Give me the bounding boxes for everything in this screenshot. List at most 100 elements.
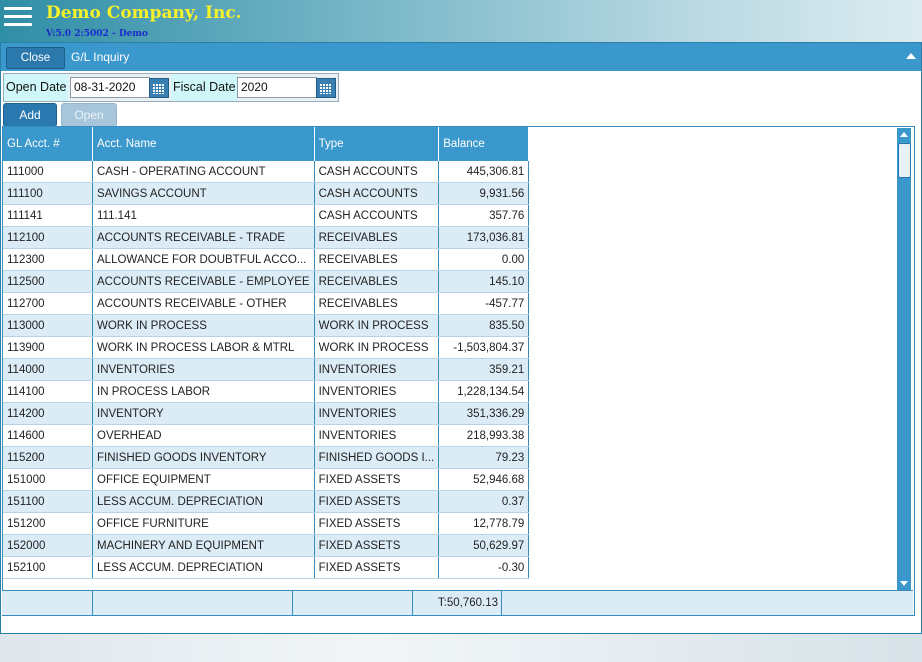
acct-name-cell: WORK IN PROCESS LABOR & MTRL (92, 336, 315, 359)
column-header-type[interactable]: Type (314, 127, 440, 161)
scroll-down-icon[interactable] (900, 581, 908, 586)
gl-inquiry-panel: Close G/L Inquiry Open Date 08-31-2020 F… (0, 42, 922, 634)
panel-header: Close G/L Inquiry (1, 43, 921, 71)
table-row[interactable]: 115200 FINISHED GOODS INVENTORY FINISHED G… (3, 446, 530, 469)
type-cell: INVENTORIES (314, 424, 440, 447)
gl-acct-cell: 151000 (3, 468, 93, 491)
table-row[interactable]: 152000 MACHINERY AND EQUIPMENT FIXED ASSET… (3, 534, 530, 557)
table-row[interactable]: 111000 CASH - OPERATING ACCOUNT CASH ACCOU… (3, 161, 530, 183)
table-row[interactable]: 151100 LESS ACCUM. DEPRECIATION FIXED ASSE… (3, 490, 530, 513)
type-cell: CASH ACCOUNTS (314, 182, 440, 205)
table-row[interactable]: 151000 OFFICE EQUIPMENT FIXED ASSETS 52,946… (3, 468, 530, 491)
balance-cell: 445,306.81 (438, 161, 530, 183)
footer-cell-empty (2, 591, 93, 615)
panel-title: G/L Inquiry (71, 50, 130, 64)
table-row[interactable]: 151200 OFFICE FURNITURE FIXED ASSETS 12,778… (3, 512, 530, 535)
balance-cell: 173,036.81 (438, 226, 530, 249)
acct-name-cell: 111.141 (92, 204, 315, 227)
type-cell: INVENTORIES (314, 358, 440, 381)
acct-name-cell: LESS ACCUM. DEPRECIATION (92, 490, 315, 513)
gl-accounts-table: GL Acct. # Acct. Name Type Balance 11100… (3, 127, 530, 579)
type-cell: CASH ACCOUNTS (314, 204, 440, 227)
table-row[interactable]: 112300 ALLOWANCE FOR DOUBTFUL ACCO... RECE… (3, 248, 530, 271)
fiscal-date-input[interactable]: 2020 (237, 77, 317, 98)
type-cell: RECEIVABLES (314, 292, 440, 315)
type-cell: FIXED ASSETS (314, 468, 440, 491)
table-row[interactable]: 112700 ACCOUNTS RECEIVABLE - OTHER RECEIVA… (3, 292, 530, 315)
balance-cell: 1,228,134.54 (438, 380, 530, 403)
table-row[interactable]: 114600 OVERHEAD INVENTORIES 218,993.38 (3, 424, 530, 447)
scroll-thumb[interactable] (898, 143, 911, 178)
gl-accounts-grid: GL Acct. # Acct. Name Type Balance 11100… (2, 126, 915, 616)
acct-name-cell: OFFICE EQUIPMENT (92, 468, 315, 491)
acct-name-cell: LESS ACCUM. DEPRECIATION (92, 556, 315, 579)
table-row[interactable]: 114000 INVENTORIES INVENTORIES 359.21 (3, 358, 530, 381)
table-row[interactable]: 114200 INVENTORY INVENTORIES 351,336.29 (3, 402, 530, 425)
table-row[interactable]: 112100 ACCOUNTS RECEIVABLE - TRADE RECEIVA… (3, 226, 530, 249)
table-row[interactable]: 111100 SAVINGS ACCOUNT CASH ACCOUNTS 9,931.… (3, 182, 530, 205)
balance-cell: -1,503,804.37 (438, 336, 530, 359)
type-cell: RECEIVABLES (314, 248, 440, 271)
gl-acct-cell: 112300 (3, 248, 93, 271)
gl-acct-cell: 112700 (3, 292, 93, 315)
gl-acct-cell: 151200 (3, 512, 93, 535)
acct-name-cell: IN PROCESS LABOR (92, 380, 315, 403)
footer-cell-empty (93, 591, 293, 615)
type-cell: WORK IN PROCESS (314, 314, 440, 337)
table-row[interactable]: 152100 LESS ACCUM. DEPRECIATION FIXED ASSE… (3, 556, 530, 579)
column-header-acct-name[interactable]: Acct. Name (92, 127, 315, 161)
open-date-label: Open Date (4, 74, 69, 101)
gl-acct-cell: 152100 (3, 556, 93, 579)
balance-cell: 52,946.68 (438, 468, 530, 491)
fiscal-date-calendar-icon[interactable] (316, 78, 336, 98)
gl-acct-cell: 111100 (3, 182, 93, 205)
collapse-up-icon[interactable] (906, 53, 916, 59)
table-footer-row: T:50,760.13 (2, 590, 913, 615)
type-cell: FIXED ASSETS (314, 534, 440, 557)
type-cell: FIXED ASSETS (314, 512, 440, 535)
balance-cell: -457.77 (438, 292, 530, 315)
acct-name-cell: OVERHEAD (92, 424, 315, 447)
column-header-gl-acct[interactable]: GL Acct. # (3, 127, 93, 161)
gl-acct-cell: 115200 (3, 446, 93, 469)
gl-acct-cell: 112500 (3, 270, 93, 293)
type-cell: FIXED ASSETS (314, 490, 440, 513)
acct-name-cell: ACCOUNTS RECEIVABLE - OTHER (92, 292, 315, 315)
acct-name-cell: ACCOUNTS RECEIVABLE - TRADE (92, 226, 315, 249)
hamburger-menu-icon[interactable] (4, 7, 32, 27)
type-cell: FIXED ASSETS (314, 556, 440, 579)
gl-acct-cell: 113000 (3, 314, 93, 337)
acct-name-cell: FINISHED GOODS INVENTORY (92, 446, 315, 469)
filter-bar: Open Date 08-31-2020 Fiscal Date 2020 (3, 73, 339, 102)
gl-acct-cell: 111000 (3, 161, 93, 183)
balance-cell: 357.76 (438, 204, 530, 227)
close-button[interactable]: Close (6, 47, 65, 69)
open-button[interactable]: Open (61, 103, 117, 127)
table-header-row: GL Acct. # Acct. Name Type Balance (3, 127, 530, 161)
gl-acct-cell: 152000 (3, 534, 93, 557)
table-row[interactable]: 113900 WORK IN PROCESS LABOR & MTRL WORK I… (3, 336, 530, 359)
table-body: 111000 CASH - OPERATING ACCOUNT CASH ACCOU… (3, 161, 530, 579)
acct-name-cell: OFFICE FURNITURE (92, 512, 315, 535)
balance-cell: 79.23 (438, 446, 530, 469)
table-row[interactable]: 114100 IN PROCESS LABOR INVENTORIES 1,228,1… (3, 380, 530, 403)
balance-cell: 145.10 (438, 270, 530, 293)
table-row[interactable]: 113000 WORK IN PROCESS WORK IN PROCESS 835.… (3, 314, 530, 337)
table-row[interactable]: 112500 ACCOUNTS RECEIVABLE - EMPLOYEE RECE… (3, 270, 530, 293)
acct-name-cell: ALLOWANCE FOR DOUBTFUL ACCO... (92, 248, 315, 271)
acct-name-cell: ACCOUNTS RECEIVABLE - EMPLOYEE (92, 270, 315, 293)
column-header-balance[interactable]: Balance (438, 127, 530, 161)
vertical-scrollbar[interactable] (897, 128, 911, 590)
gl-acct-cell: 151100 (3, 490, 93, 513)
app-header: Demo Company, Inc. V:5.0 2:5002 - Demo (0, 0, 922, 42)
type-cell: RECEIVABLES (314, 270, 440, 293)
add-button[interactable]: Add (3, 103, 57, 127)
open-date-calendar-icon[interactable] (149, 78, 169, 98)
open-date-input[interactable]: 08-31-2020 (70, 77, 150, 98)
bottom-strip (0, 634, 922, 662)
type-cell: CASH ACCOUNTS (314, 161, 440, 183)
table-row[interactable]: 111141 111.141 CASH ACCOUNTS 357.76 (3, 204, 530, 227)
acct-name-cell: SAVINGS ACCOUNT (92, 182, 315, 205)
scroll-up-icon[interactable] (900, 132, 908, 137)
acct-name-cell: CASH - OPERATING ACCOUNT (92, 161, 315, 183)
